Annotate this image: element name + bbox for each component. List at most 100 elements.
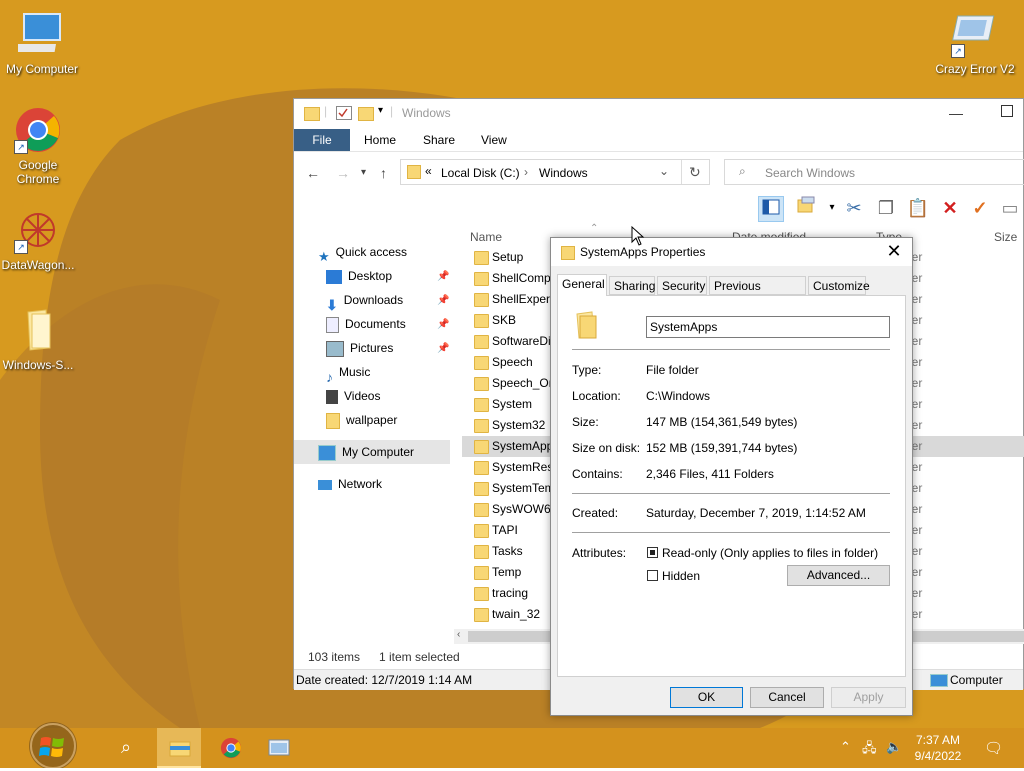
- chevron-down-icon[interactable]: ▾: [820, 196, 844, 220]
- tab-share[interactable]: Share: [423, 129, 455, 151]
- shortcut-arrow-icon: ↗: [951, 44, 965, 58]
- volume-icon[interactable]: 🔈: [886, 739, 902, 755]
- close-icon[interactable]: ✕: [884, 241, 904, 262]
- address-bar[interactable]: « Local Disk (C:) › Windows ⌄ ↻: [400, 159, 710, 185]
- properties-dialog[interactable]: SystemApps Properties ✕ General Sharing …: [550, 237, 913, 716]
- tab-security[interactable]: Security: [657, 276, 707, 295]
- desktop-icon-datawagon[interactable]: ↗ DataWagon...: [0, 206, 80, 272]
- clock[interactable]: 7:37 AM 9/4/2022: [906, 732, 970, 764]
- command-toolbar: ▾ ✂ ❐ 📋 ✕ ✓ ▭: [754, 194, 1024, 224]
- computer-icon: [930, 674, 948, 687]
- folder-icon: [474, 272, 489, 286]
- attributes-label: Attributes:: [572, 546, 627, 560]
- tab-file[interactable]: File: [294, 129, 350, 151]
- folder-icon: [474, 419, 489, 433]
- desktop-icon-google-chrome[interactable]: ↗ Google Chrome: [0, 106, 80, 186]
- properties-icon[interactable]: ▭: [998, 196, 1022, 220]
- maximize-icon[interactable]: [1001, 105, 1013, 117]
- nav-pictures[interactable]: Pictures: [326, 337, 393, 359]
- error-app-icon: ↗: [951, 10, 999, 58]
- minimize-icon[interactable]: —: [949, 105, 963, 121]
- tab-sharing[interactable]: Sharing: [609, 276, 655, 295]
- pin-icon[interactable]: 📌: [437, 271, 449, 282]
- explorer-titlebar[interactable]: | ▾ | Windows —: [294, 99, 1023, 127]
- column-size[interactable]: Size: [994, 227, 1017, 247]
- new-folder-icon[interactable]: [358, 107, 374, 121]
- folder-icon: [304, 107, 320, 121]
- film-icon: [326, 389, 338, 404]
- address-row: ← → ▾ ↑ « Local Disk (C:) › Windows ⌄ ↻ …: [294, 157, 1024, 189]
- pictures-icon: [326, 340, 344, 357]
- breadcrumb-windows[interactable]: Windows: [539, 166, 588, 180]
- taskbar-chrome[interactable]: [208, 728, 252, 768]
- paste-icon[interactable]: 📋: [906, 196, 930, 220]
- nav-downloads[interactable]: ⬇ Downloads: [326, 289, 403, 313]
- nav-music[interactable]: ♪ Music: [326, 361, 370, 385]
- nav-my-computer[interactable]: My Computer: [318, 441, 414, 463]
- address-overflow[interactable]: «: [425, 164, 432, 178]
- taskbar-app[interactable]: [256, 728, 300, 768]
- desktop-icon-my-computer[interactable]: My Computer: [0, 10, 84, 76]
- tab-customize[interactable]: Customize: [808, 276, 870, 295]
- desktop-icon-crazy-error[interactable]: ↗ Crazy Error V2: [930, 10, 1020, 76]
- taskbar-file-explorer[interactable]: [157, 728, 201, 768]
- apply-button[interactable]: Apply: [831, 687, 906, 708]
- hidden-label: Hidden: [662, 569, 701, 583]
- copy-icon[interactable]: ❐: [874, 196, 898, 220]
- pin-icon[interactable]: 📌: [437, 343, 449, 354]
- cut-icon[interactable]: ✂: [842, 196, 866, 220]
- desktop-icon-label: Windows-S...: [2, 358, 74, 372]
- layout-icon[interactable]: [794, 196, 818, 220]
- desktop-icon-windows-s[interactable]: Windows-S...: [0, 306, 80, 372]
- column-name[interactable]: Name: [470, 227, 502, 247]
- tab-view[interactable]: View: [481, 129, 507, 151]
- computer-icon: [14, 10, 66, 58]
- network-tray-icon[interactable]: 🖧: [862, 739, 877, 761]
- taskbar-search[interactable]: ⌕: [108, 728, 152, 768]
- folder-name-input[interactable]: SystemApps: [646, 316, 890, 338]
- pin-icon[interactable]: 📌: [437, 319, 449, 330]
- breadcrumb-local-disk[interactable]: Local Disk (C:): [441, 166, 520, 180]
- pin-icon[interactable]: 📌: [437, 295, 449, 306]
- scroll-left-icon[interactable]: ‹: [457, 629, 460, 640]
- nav-desktop[interactable]: Desktop: [326, 265, 392, 287]
- folder-icon: [474, 377, 489, 391]
- hidden-checkbox[interactable]: [647, 570, 658, 581]
- preview-pane-icon[interactable]: [758, 196, 784, 222]
- notification-icon[interactable]: 🗨: [984, 739, 1003, 757]
- dialog-titlebar[interactable]: SystemApps Properties ✕: [551, 238, 912, 266]
- rename-check-icon[interactable]: ✓: [968, 196, 992, 220]
- customize-qa-icon[interactable]: ▾: [378, 105, 383, 116]
- selected-count: 1 item selected: [379, 650, 460, 664]
- refresh-icon[interactable]: ↻: [689, 164, 701, 181]
- nav-documents[interactable]: Documents: [326, 313, 406, 335]
- delete-icon[interactable]: ✕: [938, 196, 962, 220]
- start-button[interactable]: [22, 716, 84, 770]
- folder-icon: [474, 314, 489, 328]
- nav-videos[interactable]: Videos: [326, 385, 380, 407]
- advanced-button[interactable]: Advanced...: [787, 565, 890, 586]
- tab-general[interactable]: General: [557, 274, 607, 296]
- chevron-right-icon[interactable]: ›: [524, 165, 528, 179]
- recent-locations-icon[interactable]: ▾: [361, 167, 366, 178]
- ok-button[interactable]: OK: [670, 687, 743, 708]
- nav-network[interactable]: Network: [318, 473, 382, 495]
- clock-date: 9/4/2022: [914, 749, 962, 763]
- up-arrow-icon[interactable]: ↑: [380, 165, 387, 181]
- nav-quick-access[interactable]: ★ Quick access: [318, 241, 407, 264]
- tab-previous-versions[interactable]: Previous Versions: [709, 276, 806, 312]
- tab-home[interactable]: Home: [364, 129, 396, 151]
- back-arrow-icon[interactable]: ←: [306, 165, 320, 181]
- dialog-title: SystemApps Properties: [580, 245, 706, 259]
- forward-arrow-icon[interactable]: →: [336, 165, 350, 181]
- chevron-up-icon[interactable]: ⌃: [840, 739, 851, 755]
- location-value: C:\Windows: [646, 389, 711, 403]
- divider: [681, 160, 682, 184]
- nav-wallpaper[interactable]: wallpaper: [326, 409, 397, 431]
- cancel-button[interactable]: Cancel: [750, 687, 824, 708]
- readonly-checkbox[interactable]: [647, 547, 658, 558]
- search-input[interactable]: ⌕ Search Windows: [724, 159, 1024, 185]
- contains-label: Contains:: [572, 467, 623, 481]
- properties-icon[interactable]: [336, 106, 352, 120]
- chevron-down-icon[interactable]: ⌄: [659, 164, 669, 178]
